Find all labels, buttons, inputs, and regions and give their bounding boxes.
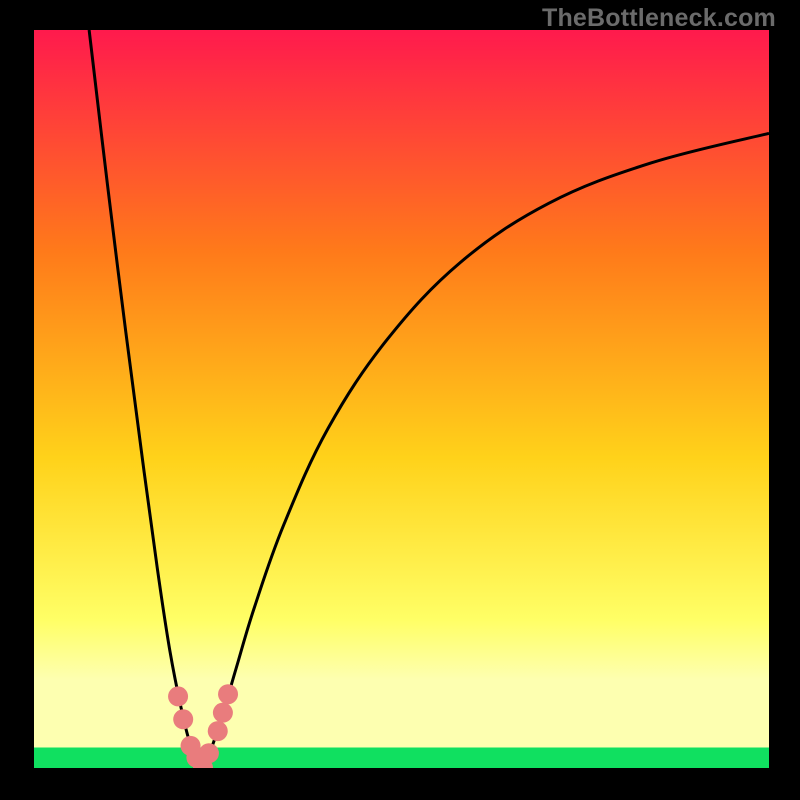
data-marker — [168, 686, 188, 706]
plot-area — [34, 30, 769, 768]
data-marker — [199, 743, 219, 763]
plot-svg — [34, 30, 769, 768]
gradient-background — [34, 30, 769, 768]
chart-frame: TheBottleneck.com — [0, 0, 800, 800]
data-marker — [208, 721, 228, 741]
data-marker — [213, 703, 233, 723]
watermark-text: TheBottleneck.com — [542, 4, 776, 33]
data-marker — [173, 709, 193, 729]
data-marker — [218, 684, 238, 704]
